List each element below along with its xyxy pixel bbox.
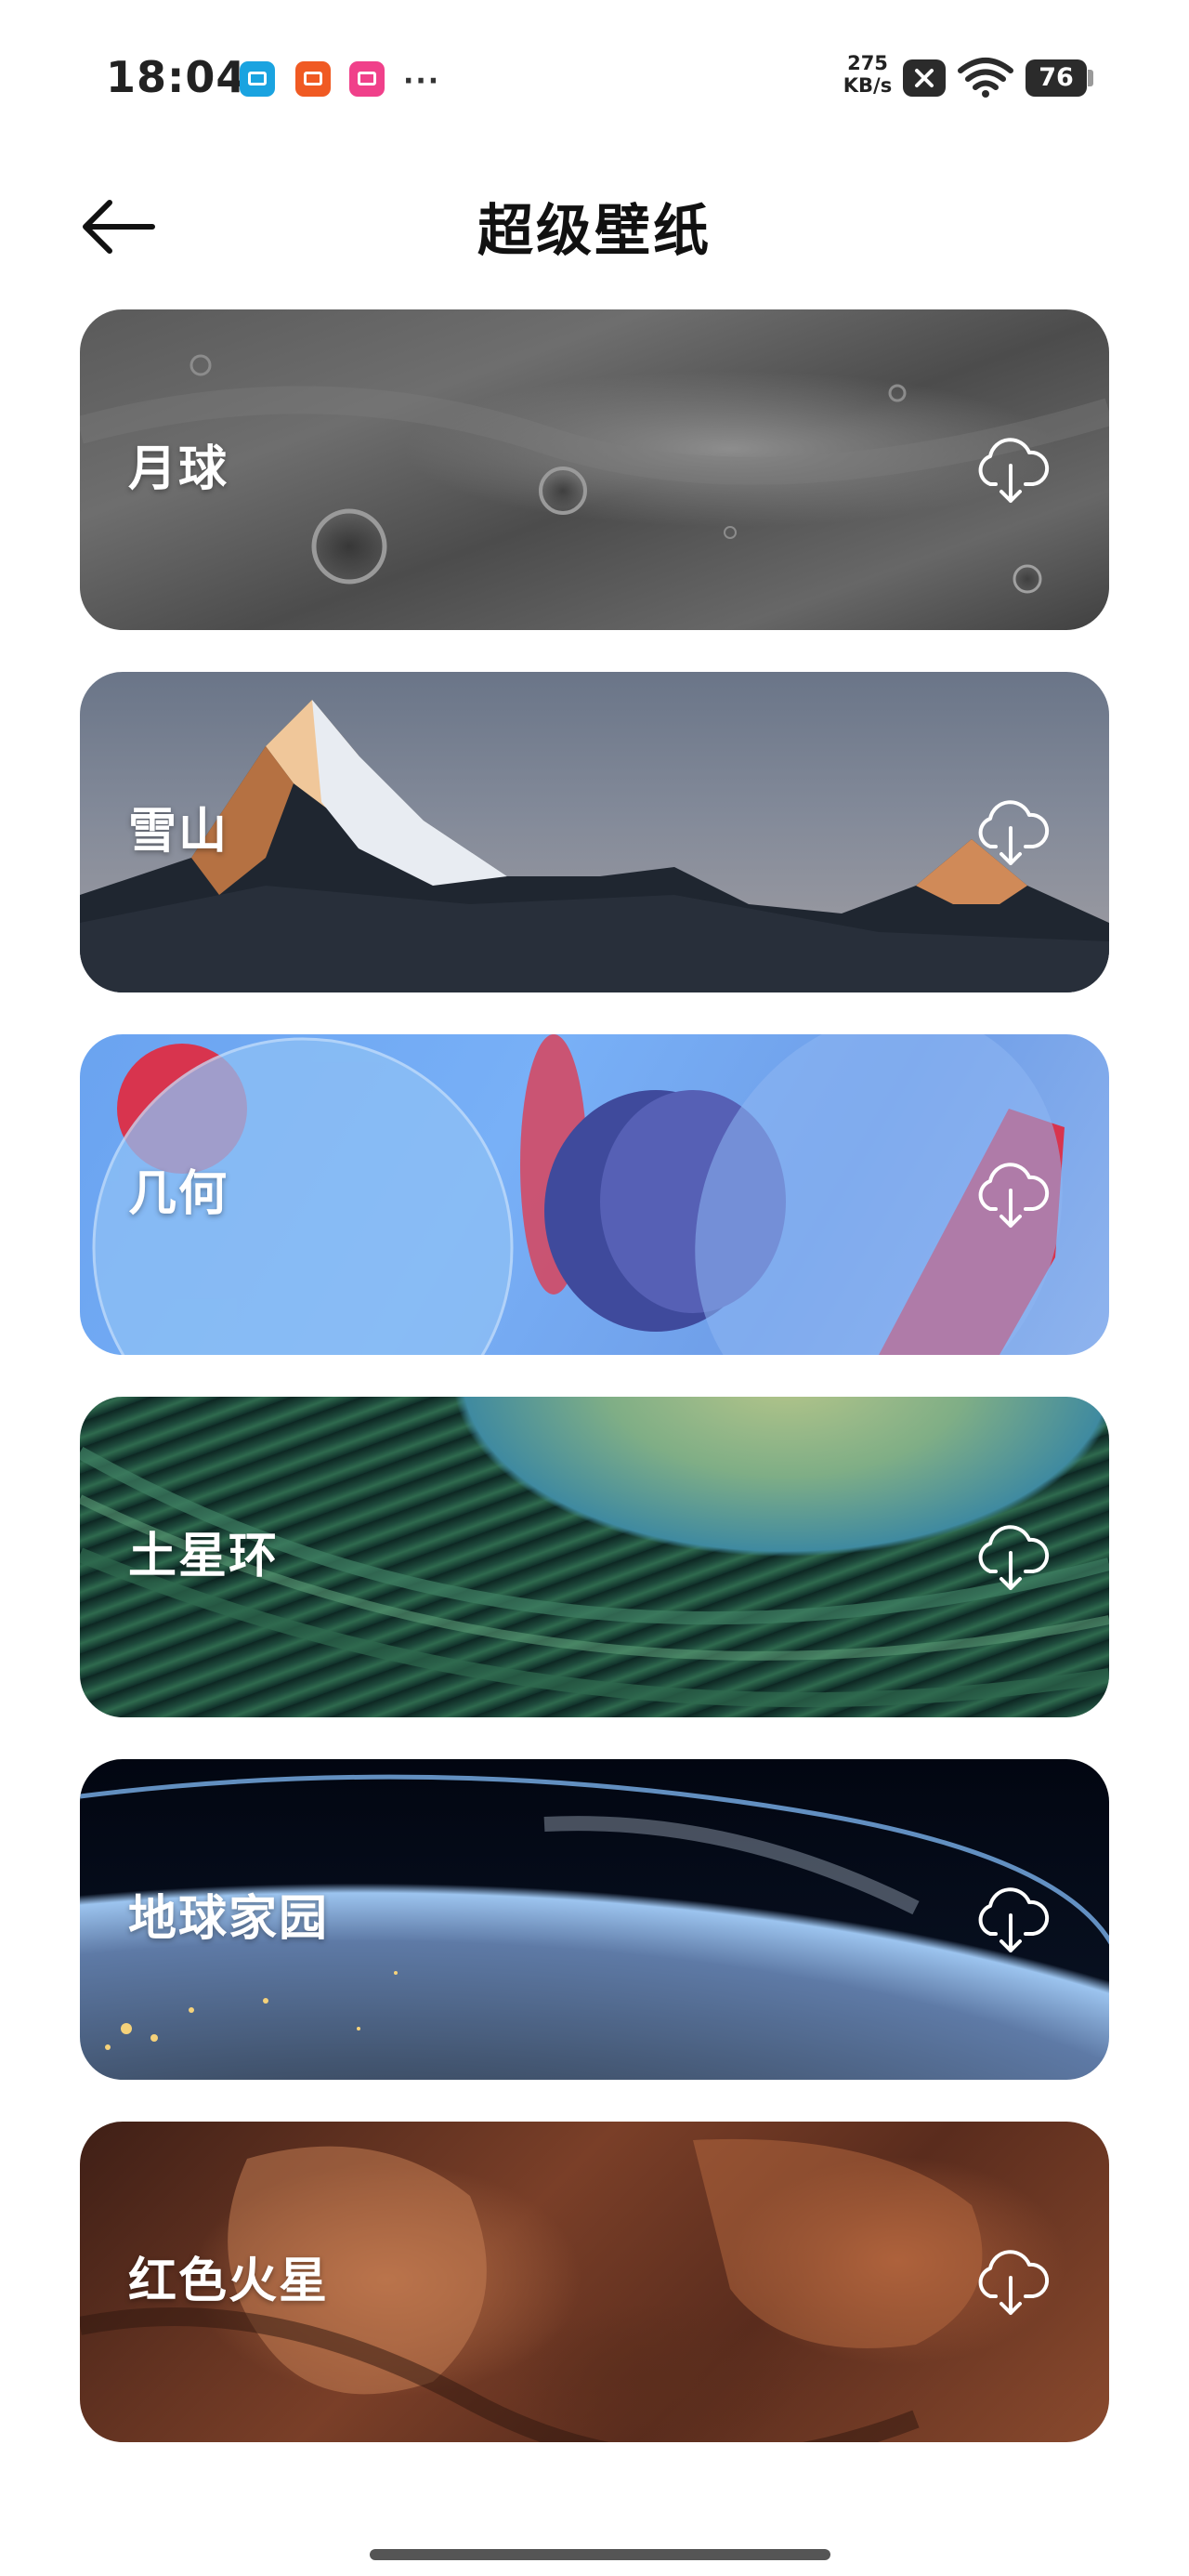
wallpaper-label: 雪山 <box>128 804 229 860</box>
moon-surface-art <box>80 354 1109 594</box>
wallpaper-label: 红色火星 <box>128 2254 330 2309</box>
page-title: 超级壁纸 <box>477 199 712 264</box>
home-indicator[interactable] <box>370 2549 830 2560</box>
network-speed-unit: KB/s <box>843 74 893 97</box>
wallpaper-card-moon[interactable]: 月球 <box>80 309 1109 630</box>
cloud-download-icon[interactable] <box>970 1516 1052 1597</box>
battery-tip <box>1088 70 1093 86</box>
more-dots-icon: ··· <box>403 65 441 98</box>
bilibili-app-icon <box>349 61 385 97</box>
wallpaper-card-saturn-rings[interactable]: 土星环 <box>80 1397 1109 1717</box>
wallpaper-card-geometry[interactable]: 几何 <box>80 1034 1109 1355</box>
mi-store-app-icon <box>295 61 331 97</box>
wallpaper-label: 土星环 <box>128 1529 280 1584</box>
status-time: 18:04 <box>106 52 247 102</box>
cloud-download-icon[interactable] <box>970 791 1052 873</box>
wallpaper-card-mars[interactable]: 红色火星 <box>80 2122 1109 2442</box>
wallpaper-card-snow-mountain[interactable]: 雪山 <box>80 672 1109 992</box>
wifi-icon <box>958 58 1013 98</box>
wallpaper-label: 月球 <box>128 441 229 497</box>
calendar-app-icon <box>240 61 275 97</box>
cloud-download-icon[interactable] <box>970 1153 1052 1235</box>
geometry-art <box>92 1034 1065 1355</box>
wallpaper-label: 几何 <box>128 1166 229 1222</box>
cloud-download-icon[interactable] <box>970 1878 1052 1960</box>
wallpaper-label: 地球家园 <box>128 1891 330 1947</box>
wallpaper-card-earth[interactable]: 地球家园 <box>80 1759 1109 2080</box>
network-speed-value: 275 <box>847 52 888 74</box>
snow-mountain-art <box>80 700 1109 992</box>
status-bar: 18:04 ··· 275 KB/s 76 <box>0 0 1189 158</box>
no-sim-icon <box>903 59 946 97</box>
cloud-download-icon[interactable] <box>970 2241 1052 2322</box>
cloud-download-icon[interactable] <box>970 428 1052 510</box>
battery-icon: 76 <box>1026 59 1087 97</box>
network-speed: 275 KB/s <box>840 52 895 97</box>
